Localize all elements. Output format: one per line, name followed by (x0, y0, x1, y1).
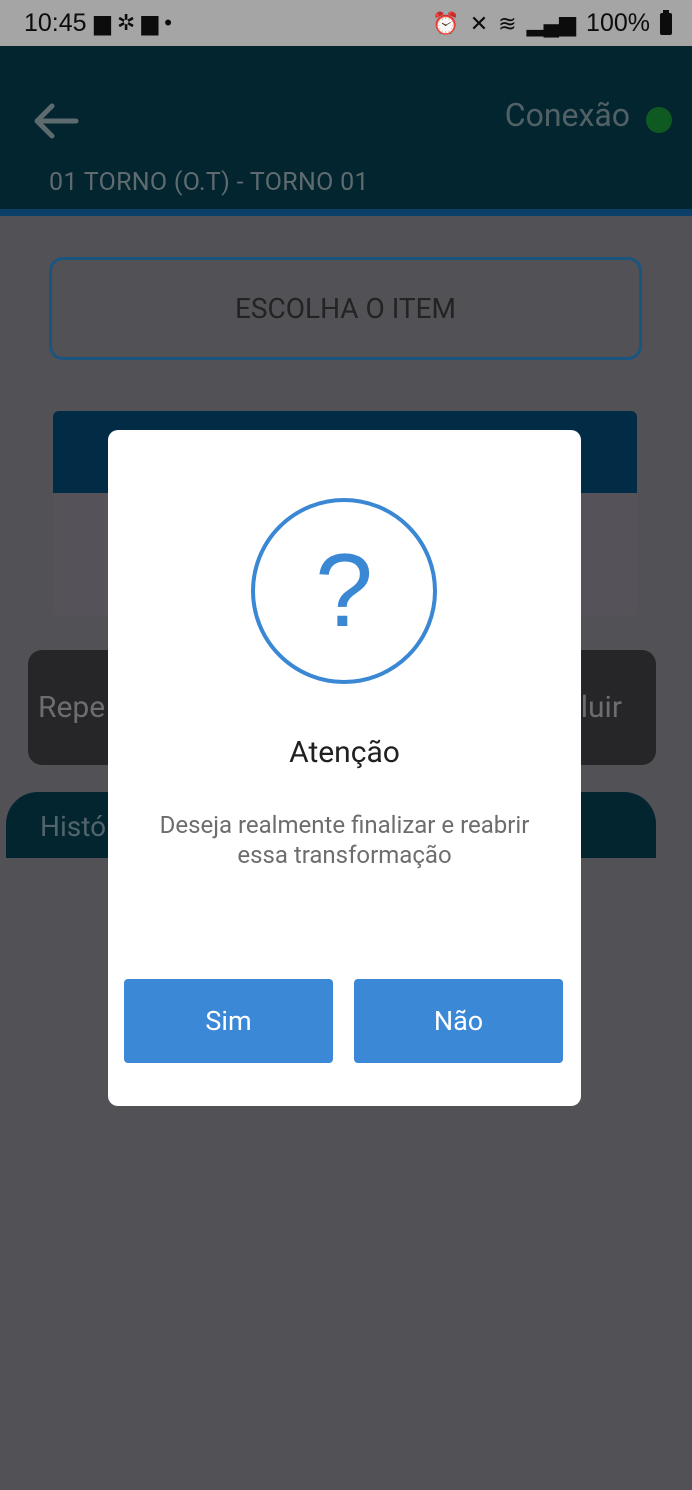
connection-status-dot (646, 107, 672, 133)
status-bar: 10:45 ▆ ✲ ▆ • ⏰ ✕ ≋ ▂▄▆ 100% (0, 0, 692, 46)
conclude-button-label: luir (580, 690, 622, 725)
no-button[interactable]: Não (354, 979, 563, 1063)
fan-icon: ✲ (116, 10, 136, 35)
battery-percent: 100% (586, 9, 650, 37)
connection-label: Conexão (504, 96, 630, 134)
notification-icon: ▆ (94, 10, 111, 35)
history-tab-label: Histó (40, 810, 107, 843)
app-header: Conexão 01 TORNO (O.T) - TORNO 01 (0, 46, 692, 216)
repeat-button-label: Repe (38, 690, 106, 725)
dialog-message: Deseja realmente finalizar e reabrir ess… (159, 811, 530, 869)
dot-icon: • (164, 10, 172, 35)
choose-item-label: ESCOLHA O ITEM (234, 292, 457, 325)
back-arrow-icon[interactable] (32, 101, 80, 141)
question-icon: ? (251, 498, 437, 684)
status-right-icons: ⏰ ✕ ≋ ▂▄▆ 100% (432, 9, 672, 38)
alarm-icon: ⏰ (432, 10, 460, 36)
choose-item-button[interactable]: ESCOLHA O ITEM (49, 257, 642, 360)
wifi-icon: ≋ (498, 10, 517, 36)
machine-title: 01 TORNO (O.T) - TORNO 01 (49, 168, 369, 197)
yes-button[interactable]: Sim (124, 979, 333, 1063)
status-left-icons: ▆ ✲ ▆ • (94, 10, 172, 36)
notification-icon: ▆ (141, 10, 159, 35)
mute-icon: ✕ (469, 10, 489, 36)
signal-icon: ▂▄▆ (526, 10, 577, 36)
dialog-title: Atenção (289, 735, 400, 770)
battery-icon (660, 9, 672, 35)
confirmation-dialog: ? Atenção Deseja realmente finalizar e r… (108, 430, 581, 1106)
status-time: 10:45 (24, 9, 87, 37)
